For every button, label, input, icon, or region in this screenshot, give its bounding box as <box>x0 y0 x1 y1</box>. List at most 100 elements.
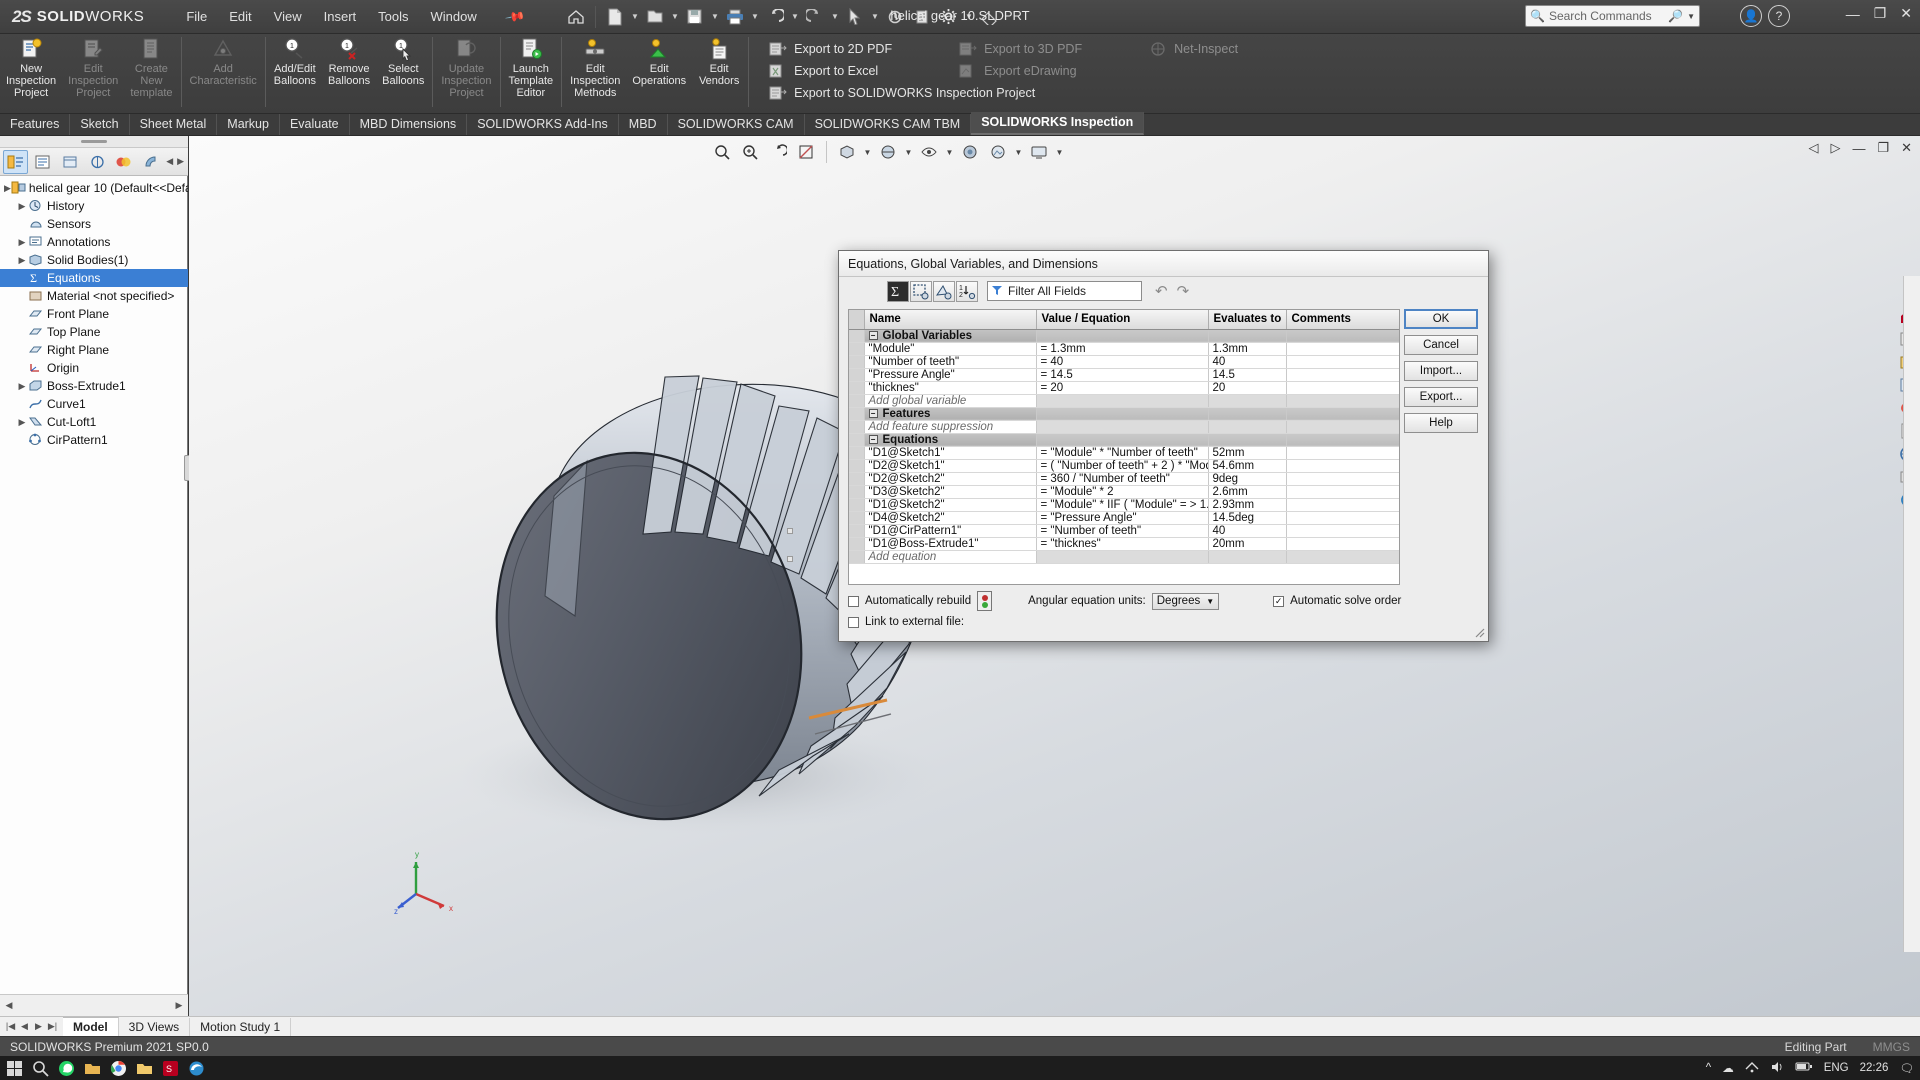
tab-first-arrow-icon[interactable]: |◀ <box>4 1021 17 1032</box>
filter-input[interactable]: Filter All Fields <box>987 281 1142 301</box>
tab-next-arrow-icon[interactable]: ▶ <box>32 1021 45 1032</box>
search-icon[interactable] <box>32 1060 49 1077</box>
create-new-template-button[interactable]: Create New template <box>124 34 178 114</box>
expand-icon[interactable]: ▶ <box>4 183 11 194</box>
table-row[interactable]: "D1@CirPattern1" = "Number of teeth" 40 <box>849 524 1399 538</box>
new-document-caret-icon[interactable]: ▼ <box>629 4 641 30</box>
remove-balloons-button[interactable]: 1 Remove Balloons <box>322 34 376 114</box>
launch-template-editor-button[interactable]: Launch Template Editor <box>503 34 560 114</box>
expand-icon[interactable]: ▶ <box>16 201 28 212</box>
menu-file[interactable]: File <box>176 5 217 29</box>
open-document-icon[interactable] <box>642 4 668 30</box>
add-edit-balloons-button[interactable]: 1 Add/Edit Balloons <box>268 34 322 114</box>
export-to-3d-pdf-button[interactable]: Export to 3D PDF <box>953 38 1143 60</box>
column-header-evaluates[interactable]: Evaluates to <box>1208 310 1287 330</box>
row-handle[interactable] <box>849 381 865 395</box>
sidebar-item-cirpattern1[interactable]: CirPattern1 <box>0 431 188 449</box>
dialog-resize-grip[interactable] <box>1473 626 1485 638</box>
search-go-icon[interactable]: 🔎 <box>1668 9 1683 23</box>
name-cell[interactable]: "thicknes" <box>864 381 1037 395</box>
show-hidden-icons-icon[interactable]: ^ <box>1706 1062 1711 1074</box>
comments-cell[interactable] <box>1286 524 1399 538</box>
add-feature-suppression-row[interactable]: Add feature suppression <box>849 420 1399 434</box>
column-header-value[interactable]: Value / Equation <box>1036 310 1209 330</box>
value-cell[interactable]: = 40 <box>1036 355 1209 369</box>
name-cell[interactable]: "D1@Sketch1" <box>864 446 1037 460</box>
row-handle[interactable] <box>849 459 865 473</box>
solidworks-icon[interactable]: S <box>162 1060 179 1077</box>
value-cell[interactable]: = 1.3mm <box>1036 342 1209 356</box>
value-cell[interactable]: = "Module" * 2 <box>1036 485 1209 499</box>
collapse-icon[interactable]: − <box>868 408 878 418</box>
folder-icon[interactable] <box>136 1060 153 1077</box>
scroll-left-arrow-icon[interactable]: ◀ <box>2 1000 16 1011</box>
feature-manager-tab[interactable] <box>3 149 29 174</box>
menu-edit[interactable]: Edit <box>219 5 261 29</box>
next-doc-icon[interactable]: ▷ <box>1830 140 1840 156</box>
value-cell[interactable]: = "Module" * "Number of teeth" <box>1036 446 1209 460</box>
sidebar-item-right-plane[interactable]: Right Plane <box>0 341 188 359</box>
table-row-group-global-variables[interactable]: − Global Variables <box>849 329 1399 343</box>
taskbar-language[interactable]: ENG <box>1824 1062 1849 1074</box>
doc-minimize-button[interactable]: — <box>1852 141 1865 156</box>
column-header-name[interactable]: Name <box>864 310 1037 330</box>
value-cell[interactable]: = 360 / "Number of teeth" <box>1036 472 1209 486</box>
comments-cell[interactable] <box>1286 485 1399 499</box>
ordered-view-icon[interactable]: 12 <box>956 280 978 302</box>
redo-icon[interactable] <box>802 4 828 30</box>
menu-view[interactable]: View <box>264 5 312 29</box>
sketch-equation-view-icon[interactable] <box>910 280 932 302</box>
search-controls[interactable]: 🔎 ▼ <box>1668 9 1695 23</box>
table-row[interactable]: "D1@Sketch2" = "Module" * IIF ( "Module"… <box>849 498 1399 512</box>
row-handle[interactable] <box>849 550 865 564</box>
graphics-vertical-scrollbar[interactable] <box>1903 276 1920 952</box>
comments-cell[interactable] <box>1286 498 1399 512</box>
add-row-label[interactable]: Add equation <box>864 550 1037 564</box>
angular-units-select[interactable]: Degrees ▼ <box>1151 592 1220 610</box>
view-settings-icon[interactable] <box>1026 140 1052 164</box>
help-icon[interactable]: ? <box>1768 5 1790 27</box>
row-handle[interactable] <box>849 420 865 434</box>
tab-markup[interactable]: Markup <box>217 114 280 135</box>
table-row[interactable]: "Number of teeth" = 40 40 <box>849 355 1399 369</box>
redo-caret-icon[interactable]: ▼ <box>829 4 841 30</box>
table-row[interactable]: "Module" = 1.3mm 1.3mm <box>849 342 1399 356</box>
edit-inspection-project-button[interactable]: Edit Inspection Project <box>62 34 124 114</box>
measure-icon[interactable] <box>976 4 1002 30</box>
expand-icon[interactable]: ▶ <box>16 417 28 428</box>
comments-cell[interactable] <box>1286 368 1399 382</box>
name-cell[interactable]: "D1@CirPattern1" <box>864 524 1037 538</box>
status-units-label[interactable]: MMGS <box>1873 1040 1910 1054</box>
row-handle[interactable] <box>849 433 865 447</box>
add-characteristic-button[interactable]: Add Characteristic <box>184 34 263 114</box>
tab-solidworks-inspection[interactable]: SOLIDWORKS Inspection <box>971 112 1145 135</box>
comments-cell[interactable] <box>1286 537 1399 551</box>
add-row-label[interactable]: Add global variable <box>864 394 1037 408</box>
tab-sketch[interactable]: Sketch <box>70 114 130 135</box>
tab-solidworks-cam[interactable]: SOLIDWORKS CAM <box>668 114 805 135</box>
tab-last-arrow-icon[interactable]: ▶| <box>46 1021 59 1032</box>
section-view-icon[interactable] <box>793 140 819 164</box>
value-cell[interactable]: = "Module" * IIF ( "Module" = > 1.25 , 2… <box>1036 498 1209 512</box>
value-cell[interactable]: = "Pressure Angle" <box>1036 511 1209 525</box>
display-style-caret-icon[interactable]: ▼ <box>903 140 914 164</box>
automatically-rebuild-checkbox[interactable] <box>848 595 859 607</box>
zoom-to-area-icon[interactable] <box>737 140 763 164</box>
export-edrawing-button[interactable]: Export eDrawing <box>953 60 1143 82</box>
export-to-2d-pdf-button[interactable]: Export to 2D PDF <box>763 38 953 60</box>
notification-icon[interactable]: 🗨 <box>1899 1061 1914 1075</box>
comments-cell[interactable] <box>1286 342 1399 356</box>
comments-cell[interactable] <box>1286 511 1399 525</box>
table-row-group-features[interactable]: − Features <box>849 407 1399 421</box>
whatsapp-icon[interactable] <box>58 1060 75 1077</box>
hide-show-items-icon[interactable] <box>916 140 942 164</box>
update-inspection-project-button[interactable]: Update Inspection Project <box>435 34 497 114</box>
tab-mbd-dimensions[interactable]: MBD Dimensions <box>350 114 468 135</box>
collapse-icon[interactable]: − <box>868 434 878 444</box>
table-row[interactable]: "D4@Sketch2" = "Pressure Angle" 14.5deg <box>849 511 1399 525</box>
sigma-equation-view-icon[interactable]: Σ <box>887 280 909 302</box>
chrome-icon[interactable] <box>110 1060 127 1077</box>
name-cell[interactable]: "D1@Sketch2" <box>864 498 1037 512</box>
sidebar-item-boss-extrude1[interactable]: ▶ Boss-Extrude1 <box>0 377 188 395</box>
row-handle[interactable] <box>849 329 865 343</box>
